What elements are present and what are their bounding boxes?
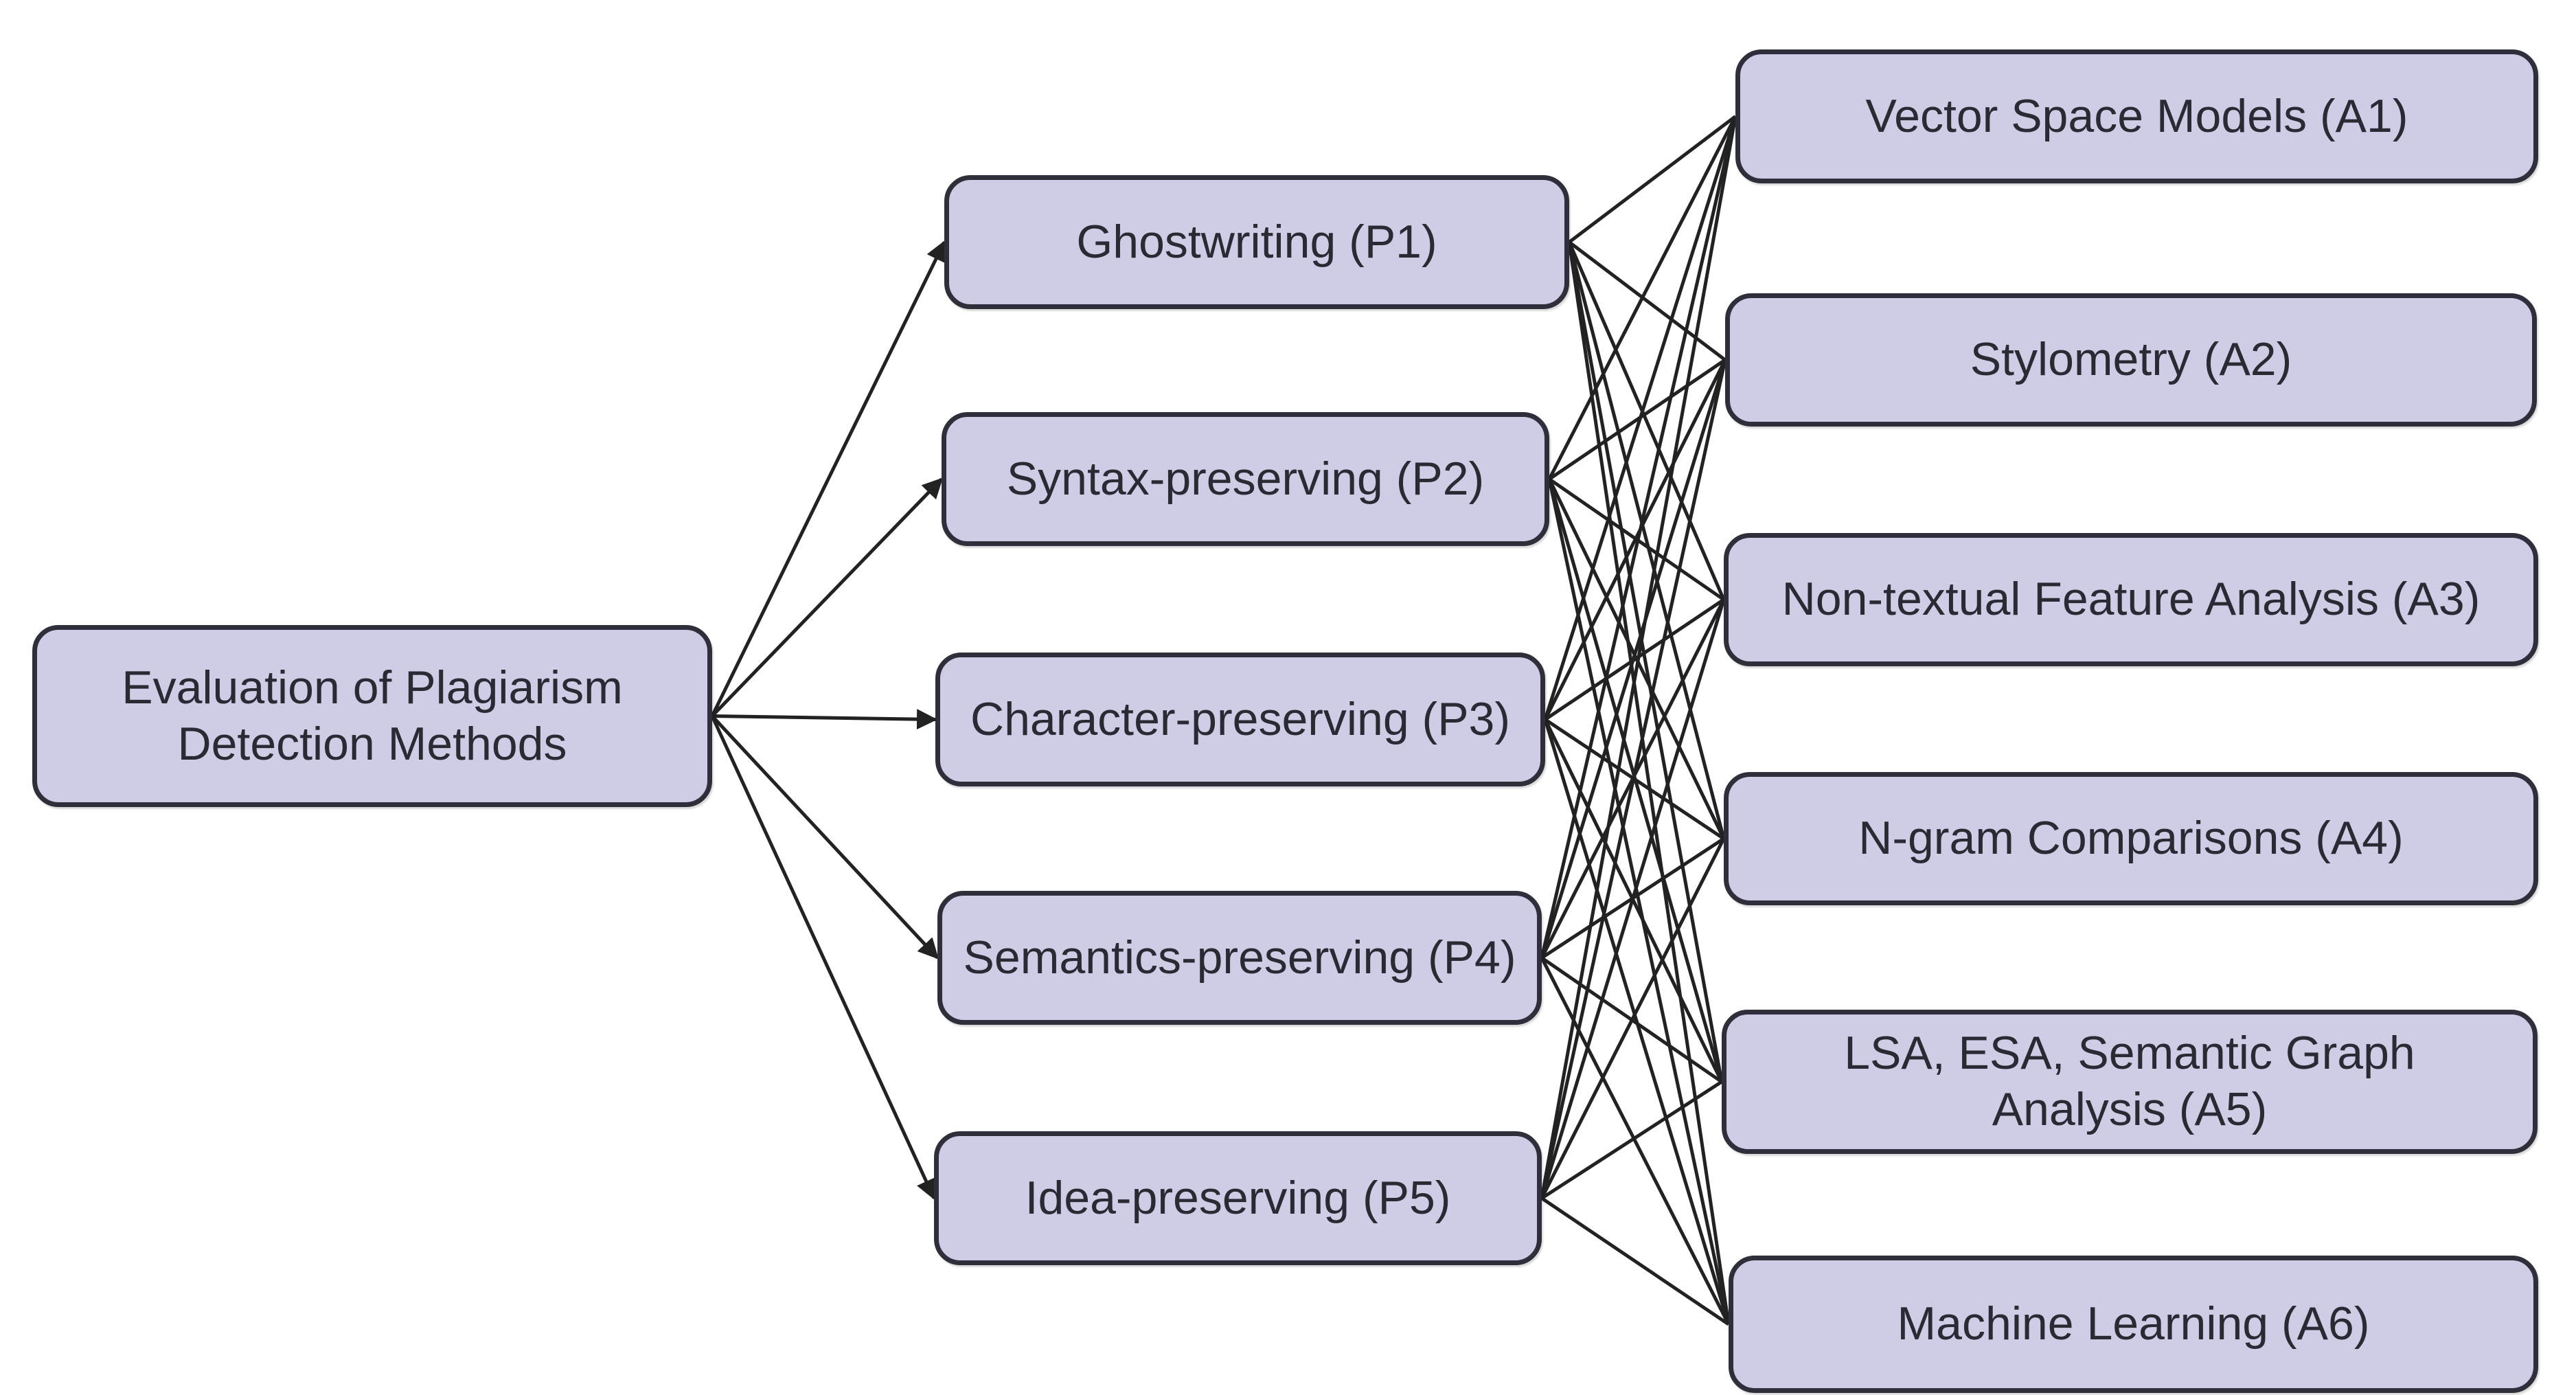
node-vector-space-models-a1: Vector Space Models (A1) (1735, 49, 2538, 183)
arrow-root-to-p3 (711, 709, 937, 730)
root-node-label: Evaluation of Plagiarism Detection Metho… (122, 660, 622, 772)
link-p1-a5 (1567, 242, 1724, 1082)
link-p2-a6 (1547, 478, 1731, 1325)
node-label: Ghostwriting (P1) (1076, 215, 1437, 268)
node-ghostwriting-p1: Ghostwriting (P1) (944, 175, 1569, 309)
node-semantic-analysis-a5: LSA, ESA, Semantic Graph Analysis (A5) (1722, 1010, 2538, 1154)
node-label: Non-textual Feature Analysis (A3) (1781, 573, 2481, 626)
link-p5-a5 (1540, 1080, 1723, 1200)
node-label: Vector Space Models (A1) (1865, 89, 2408, 142)
node-stylometry-a2: Stylometry (A2) (1725, 293, 2537, 427)
arrow-root-to-p5 (710, 715, 936, 1201)
node-non-textual-feature-analysis-a3: Non-textual Feature Analysis (A3) (1724, 533, 2538, 666)
node-idea-preserving-p5: Idea-preserving (P5) (934, 1131, 1542, 1265)
node-ngram-comparisons-a4: N-gram Comparisons (A4) (1724, 772, 2538, 905)
node-semantics-preserving-p4: Semantics-preserving (P4) (937, 891, 1542, 1025)
arrow-root-to-p4 (711, 714, 939, 960)
node-syntax-preserving-p2: Syntax-preserving (P2) (942, 412, 1549, 546)
diagram-canvas: Evaluation of Plagiarism Detection Metho… (0, 0, 2576, 1395)
root-label-line-2: Detection Methods (177, 717, 567, 770)
link-p2-a2 (1548, 358, 1726, 481)
node-character-preserving-p3: Character-preserving (P3) (935, 653, 1545, 786)
link-p5-a6 (1540, 1196, 1730, 1326)
node-label: Semantics-preserving (P4) (963, 931, 1516, 984)
node-label-line-1: LSA, ESA, Semantic Graph (1844, 1027, 2415, 1080)
node-label: N-gram Comparisons (A4) (1858, 812, 2404, 865)
root-node-evaluation-of-methods: Evaluation of Plagiarism Detection Metho… (32, 625, 712, 807)
node-label: Machine Learning (A6) (1897, 1297, 2370, 1350)
arrow-root-to-p2 (711, 477, 944, 718)
node-label: Character-preserving (P3) (970, 692, 1511, 745)
node-label: Stylometry (A2) (1970, 333, 2292, 386)
arrow-root-to-p1 (710, 240, 946, 717)
type-approach-links (1540, 115, 1737, 1326)
node-label: LSA, ESA, Semantic Graph Analysis (A5) (1844, 1025, 2415, 1137)
root-arrows (710, 240, 946, 1201)
link-p5-a4 (1540, 837, 1726, 1199)
node-label-line-2: Analysis (A5) (1992, 1083, 2268, 1135)
node-label: Syntax-preserving (P2) (1006, 452, 1485, 505)
node-label: Idea-preserving (P5) (1025, 1171, 1451, 1224)
root-label-line-1: Evaluation of Plagiarism (122, 661, 623, 714)
node-machine-learning-a6: Machine Learning (A6) (1729, 1256, 2538, 1393)
